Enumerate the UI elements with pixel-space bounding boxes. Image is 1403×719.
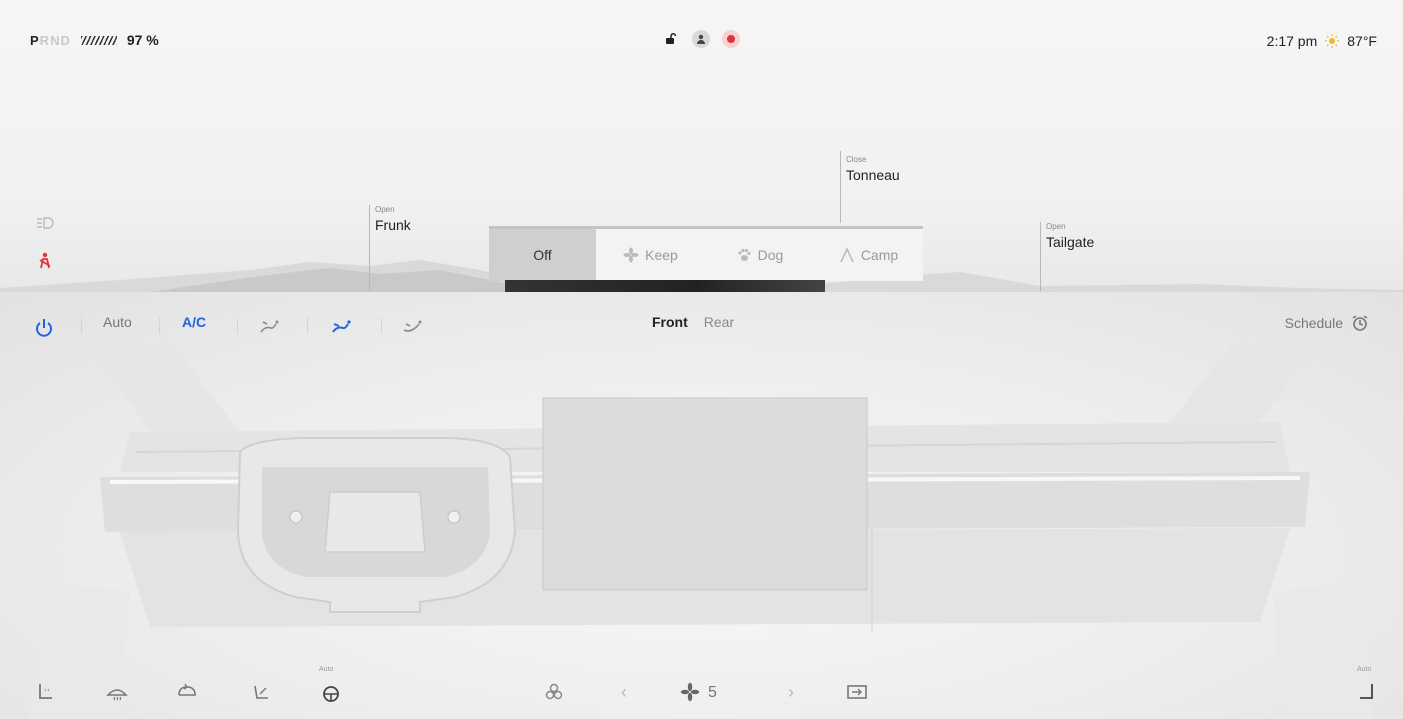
mode-dog[interactable]: Dog <box>705 229 814 281</box>
seat-heat-icon <box>39 684 52 699</box>
seat-vent-icon <box>254 685 268 699</box>
mode-keep-label: Keep <box>645 247 678 263</box>
fan-icon <box>623 247 639 263</box>
alarm-clock-icon <box>1352 315 1368 331</box>
status-center <box>662 30 740 48</box>
lock-icon[interactable] <box>662 30 680 48</box>
fan-speed-value: 5 <box>708 684 717 701</box>
climate-mode-selector: Off Keep Dog Camp <box>489 226 923 281</box>
mode-camp-label: Camp <box>860 247 899 263</box>
vehicle-roof <box>505 280 825 292</box>
frunk-action: Open <box>375 205 395 214</box>
battery-percent: 97 % <box>126 32 159 48</box>
fan-increase-button[interactable]: › <box>777 678 805 706</box>
bioweapon-defense-button[interactable] <box>540 678 568 706</box>
passenger-seat-auto-label: Auto <box>1357 666 1372 673</box>
gear-r: R <box>39 32 51 48</box>
gear-p: P <box>30 32 40 48</box>
climate-toolbar: Auto A/C Front Rear Schedule <box>0 292 1403 358</box>
tonneau-callout[interactable]: Close Tonneau <box>840 151 900 223</box>
recording-icon[interactable] <box>722 30 740 48</box>
climate-bottom-bar: Auto ‹ 5 › Auto <box>0 666 1403 719</box>
windshield-defrost-icon <box>106 689 128 701</box>
tailgate-callout[interactable]: Open Tailgate <box>1040 222 1095 291</box>
recirculate-icon <box>178 683 196 696</box>
tailgate-label: Tailgate <box>1046 234 1095 250</box>
tent-icon <box>840 247 854 263</box>
mode-keep[interactable]: Keep <box>596 229 705 281</box>
power-icon[interactable] <box>34 318 54 338</box>
driver-seat-heat-button[interactable] <box>32 678 60 706</box>
passenger-seat-heat-button[interactable] <box>1352 678 1380 706</box>
steering-heat-auto-label: Auto <box>319 666 334 673</box>
fan-decrease-button[interactable]: ‹ <box>610 678 638 706</box>
vent-panel-button[interactable] <box>843 678 871 706</box>
gear-n: N <box>50 32 61 48</box>
sun-icon <box>1325 34 1340 48</box>
zone-tabs: Front Rear <box>652 314 734 330</box>
frunk-callout[interactable]: Open Frunk <box>369 205 411 291</box>
fan-speed-icon <box>676 678 704 706</box>
schedule-button[interactable]: Schedule <box>1285 314 1369 332</box>
tonneau-action: Close <box>846 155 867 164</box>
frunk-label: Frunk <box>375 217 411 233</box>
seat-heat-icon <box>1360 684 1373 699</box>
airflow-feet-icon[interactable] <box>331 318 353 336</box>
seat-ventilation-button[interactable] <box>247 678 275 706</box>
steering-wheel-heat-button[interactable] <box>317 678 345 706</box>
mode-dog-label: Dog <box>757 247 784 263</box>
schedule-label: Schedule <box>1284 315 1343 331</box>
airflow-defrost-icon[interactable] <box>402 318 424 336</box>
ac-button[interactable]: A/C <box>182 314 206 330</box>
battery-icon <box>80 35 117 45</box>
vent-panel-icon <box>847 685 867 699</box>
biohazard-icon <box>545 683 563 700</box>
airflow-face-icon[interactable] <box>259 318 281 336</box>
steering-wheel-icon <box>323 686 339 702</box>
front-defrost-button[interactable] <box>103 678 131 706</box>
status-left: PRND 97 % <box>30 32 159 48</box>
tonneau-label: Tonneau <box>846 167 900 183</box>
mode-camp[interactable]: Camp <box>814 229 923 281</box>
tab-rear[interactable]: Rear <box>704 314 734 330</box>
headlight-icon[interactable] <box>36 216 54 230</box>
outside-temperature: 87°F <box>1347 33 1377 49</box>
clock: 2:17 pm <box>1266 33 1318 49</box>
status-right: 2:17 pm 87°F <box>1267 33 1377 49</box>
mode-off-label: Off <box>533 247 552 263</box>
gear-d: D <box>60 32 71 48</box>
paw-icon <box>738 248 751 261</box>
tab-front[interactable]: Front <box>652 314 688 330</box>
mode-off[interactable]: Off <box>489 229 596 281</box>
gear-selector: PRND <box>30 33 71 48</box>
driver-profile-icon[interactable] <box>692 30 710 48</box>
vehicle-panel: PRND 97 % 2:17 pm 87°F Open Frunk Close <box>0 0 1403 292</box>
recirculate-button[interactable] <box>173 678 201 706</box>
tailgate-action: Open <box>1046 222 1066 231</box>
auto-button[interactable]: Auto <box>103 314 132 330</box>
climate-panel: Auto A/C Front Rear Schedule Auto ‹ 5 › … <box>0 292 1403 719</box>
